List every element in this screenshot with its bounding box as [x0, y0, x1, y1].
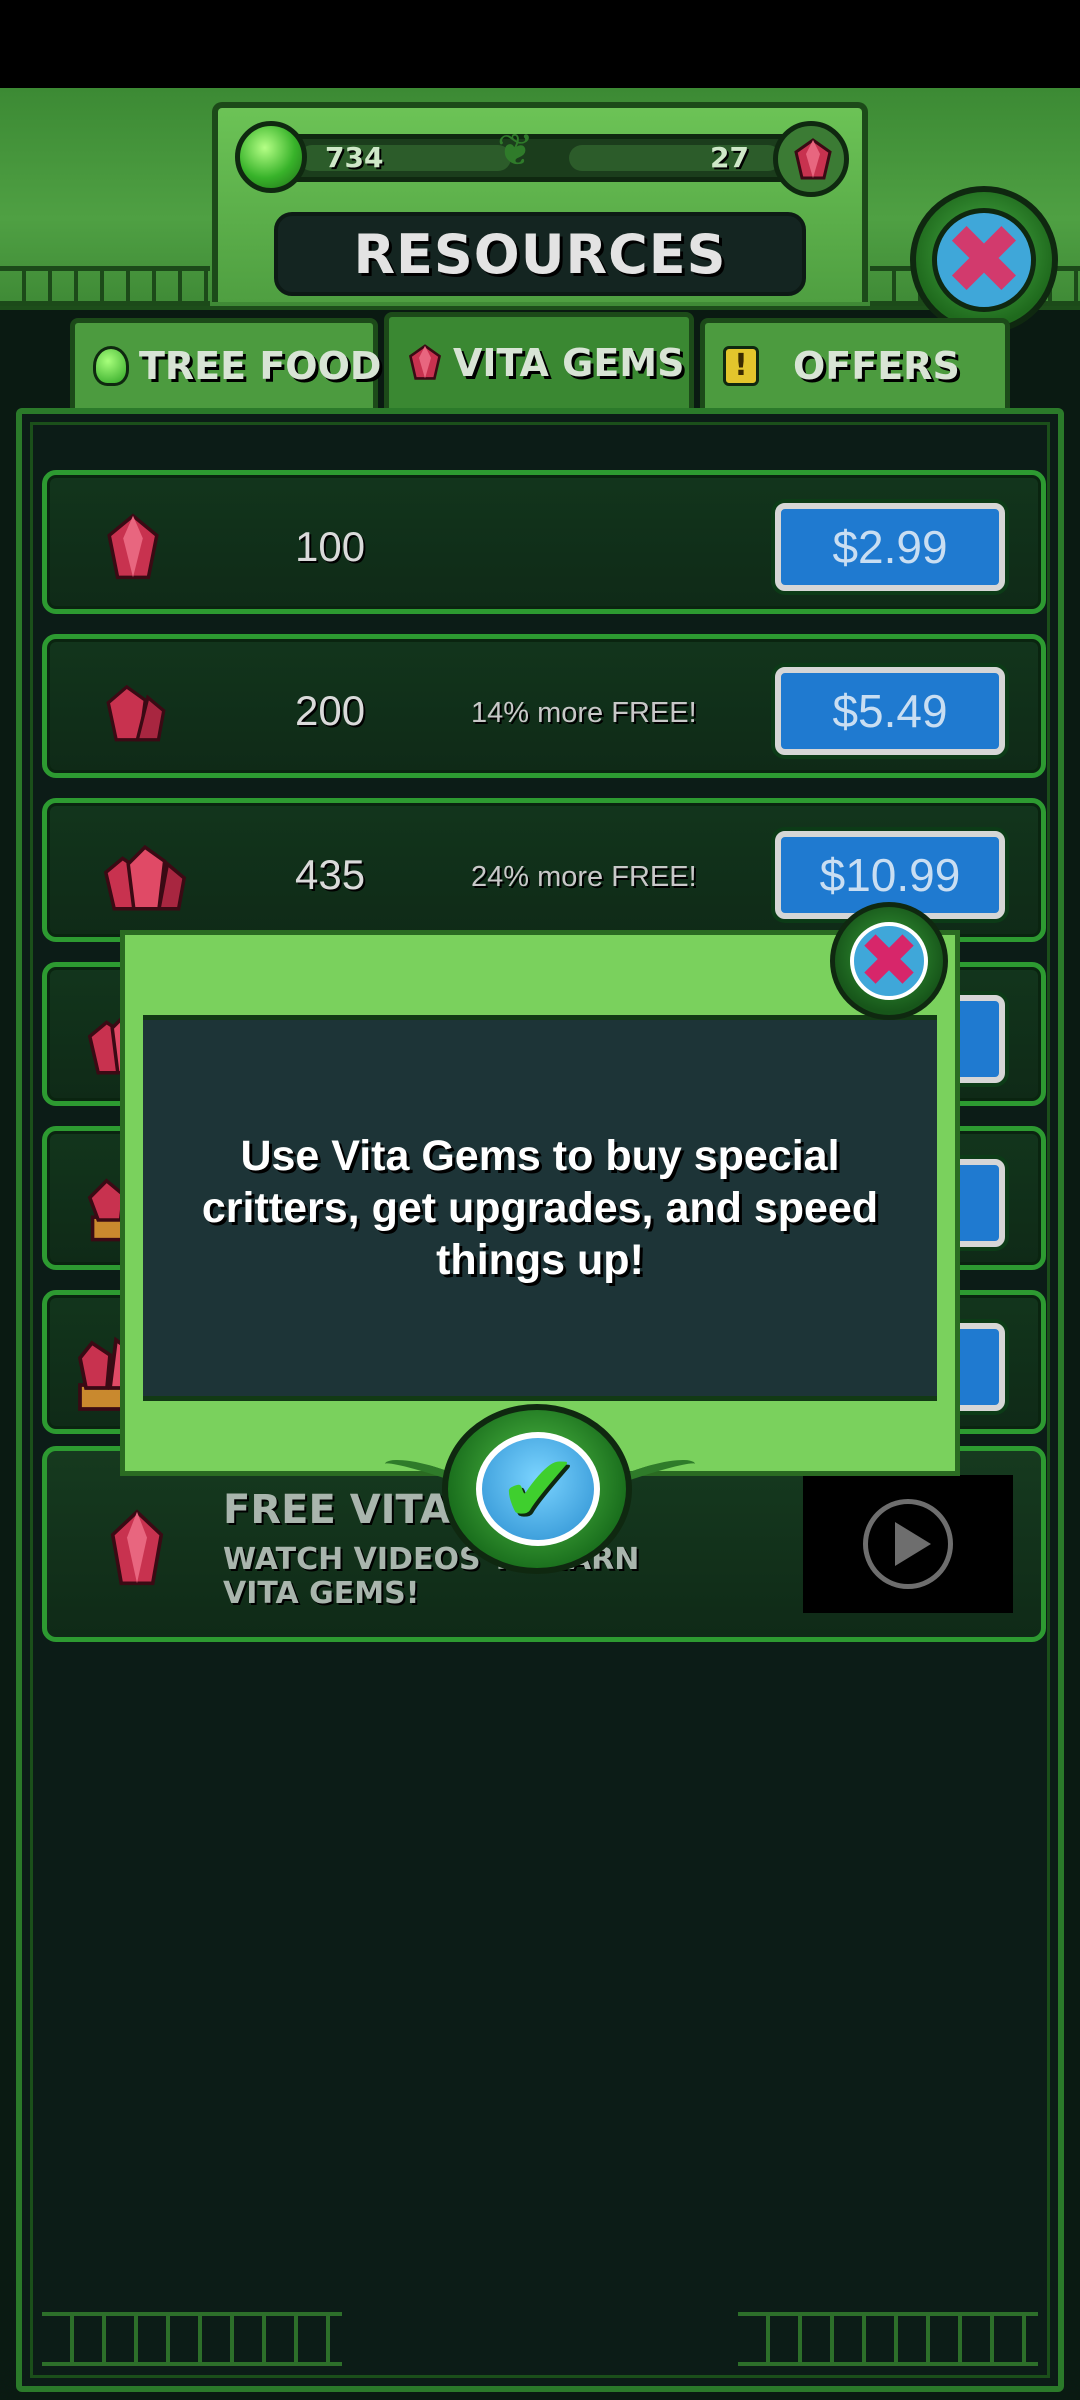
tree-food-count: 734 — [325, 141, 384, 174]
gem-pack-row: 100 $2.99 — [42, 470, 1046, 614]
price-button[interactable]: $2.99 — [775, 503, 1005, 591]
tab-label: VITA GEMS — [453, 340, 685, 385]
gem-icon — [110, 1509, 164, 1586]
tab-offers[interactable]: ! OFFERS — [700, 318, 1010, 408]
tree-food-icon — [93, 345, 129, 386]
gem-amount: 100 — [295, 523, 366, 570]
watch-video-button[interactable] — [803, 1475, 1013, 1613]
tab-label: TREE FOOD — [139, 343, 382, 388]
price-button[interactable]: $5.49 — [775, 667, 1005, 755]
offers-icon: ! — [723, 345, 759, 386]
vita-gem-badge — [773, 121, 849, 197]
dialog-body: Use Vita Gems to buy special critters, g… — [143, 1015, 937, 1401]
gem-amount: 200 — [295, 687, 366, 734]
tab-bar: TREE FOOD VITA GEMS ! OFFERS — [70, 312, 1010, 408]
tab-vita-gems[interactable]: VITA GEMS — [384, 312, 694, 408]
vine-icon: ❦ — [497, 125, 534, 176]
corner-decoration-right — [738, 2312, 1038, 2366]
gem-icon — [408, 343, 442, 380]
status-bar — [0, 0, 1080, 88]
close-icon: ✖ — [850, 922, 928, 1000]
gem-icon — [107, 513, 159, 580]
tab-label: OFFERS — [793, 343, 960, 388]
header: 734 ❦ 27 RESOURCES ✖ — [0, 88, 1080, 334]
gem-icon — [103, 844, 187, 911]
info-dialog: Use Vita Gems to buy special critters, g… — [120, 930, 960, 1476]
dialog-message: Use Vita Gems to buy special critters, g… — [201, 1132, 879, 1284]
vita-gems-count: 27 — [710, 141, 749, 174]
title-plate: RESOURCES — [274, 212, 806, 296]
gem-pack-row: 200 14% more FREE! $5.49 — [42, 634, 1046, 778]
tab-tree-food[interactable]: TREE FOOD — [70, 318, 382, 408]
bonus-text: 24% more FREE! — [471, 861, 697, 893]
close-icon: ✖ — [932, 208, 1036, 312]
bonus-text: 14% more FREE! — [471, 697, 697, 729]
checkmark-icon: ✔ — [476, 1432, 600, 1546]
header-decoration-left — [0, 266, 210, 306]
confirm-button[interactable]: ✔ — [442, 1404, 632, 1574]
tree-food-icon — [235, 121, 307, 193]
gem-icon — [794, 138, 832, 180]
play-icon — [863, 1499, 953, 1589]
page-title: RESOURCES — [353, 222, 727, 286]
gem-amount: 435 — [295, 851, 366, 898]
close-button[interactable]: ✖ — [910, 186, 1058, 334]
vita-gems-bar — [569, 145, 781, 171]
resource-bar: 734 ❦ 27 — [235, 121, 849, 197]
corner-decoration-left — [42, 2312, 342, 2366]
dialog-close-button[interactable]: ✖ — [830, 902, 948, 1020]
gem-icon — [106, 684, 166, 742]
